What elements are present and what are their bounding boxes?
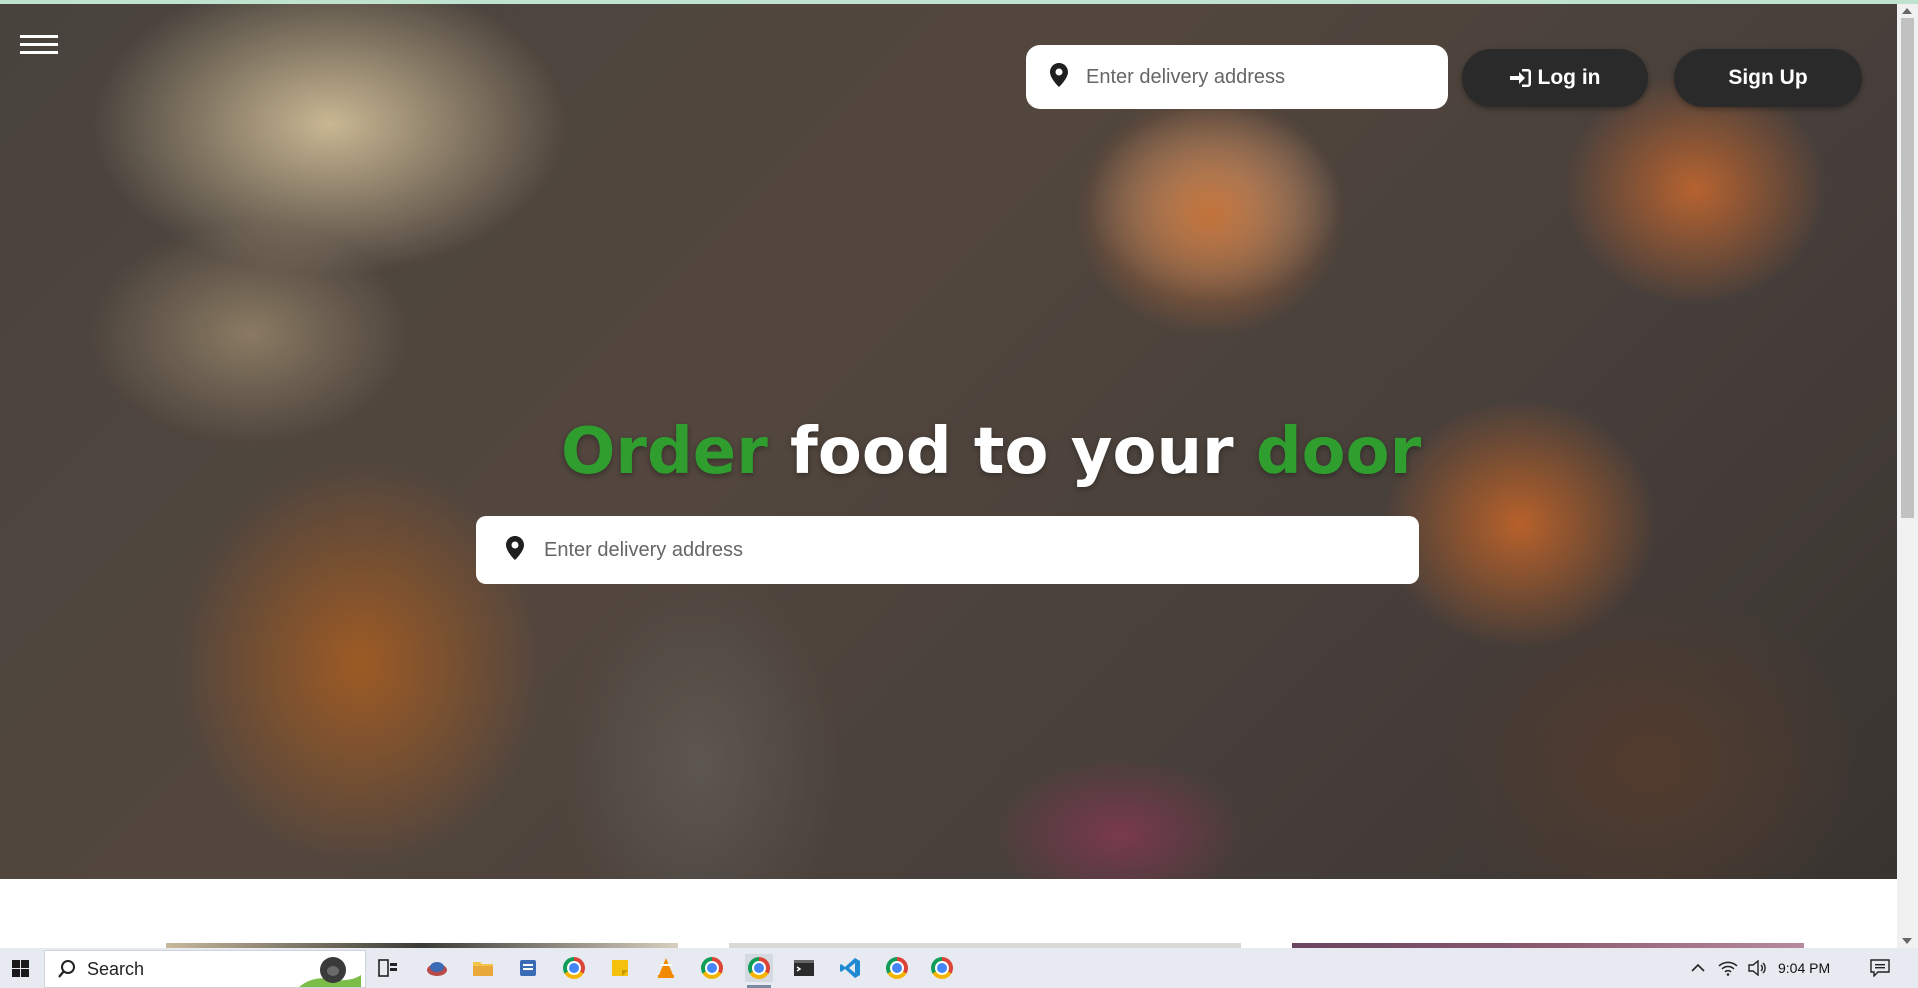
vlc-icon[interactable] [652, 954, 680, 982]
location-pin-icon [506, 536, 524, 564]
notifications-icon[interactable] [1866, 948, 1894, 988]
volume-icon[interactable] [1744, 948, 1770, 988]
headline-middle: food to your [767, 415, 1256, 489]
terminal-icon[interactable] [790, 954, 818, 982]
login-label: Log in [1537, 66, 1601, 89]
chevron-up-icon[interactable] [1685, 948, 1711, 988]
chrome-icon[interactable] [883, 954, 911, 982]
task-view-icon[interactable] [374, 954, 402, 982]
header-address-search[interactable] [1026, 45, 1448, 109]
vscode-icon[interactable] [836, 954, 864, 982]
chrome-icon[interactable] [698, 954, 726, 982]
hero-address-search[interactable] [476, 516, 1419, 584]
signup-label: Sign Up [1728, 66, 1808, 89]
scroll-down-arrow-icon[interactable] [1902, 938, 1912, 944]
taskbar-search-box[interactable]: Search [44, 950, 366, 988]
hero-address-input[interactable] [542, 537, 1366, 563]
search-highlight-image [299, 953, 361, 987]
headline-order: Order [561, 415, 768, 489]
scroll-thumb[interactable] [1901, 18, 1914, 518]
chrome-icon[interactable] [928, 954, 956, 982]
hamburger-menu-icon[interactable] [20, 30, 58, 64]
login-button[interactable]: Log in [1462, 49, 1648, 107]
header-address-input[interactable] [1084, 64, 1418, 90]
start-icon[interactable] [0, 948, 40, 988]
wifi-icon[interactable] [1715, 948, 1741, 988]
chrome-icon[interactable] [560, 954, 588, 982]
taskbar-search-label: Search [87, 958, 145, 979]
search-icon [57, 959, 77, 979]
scroll-up-arrow-icon[interactable] [1902, 8, 1912, 14]
taskbar-clock[interactable]: 9:04 PM [1778, 948, 1830, 988]
location-pin-icon [1050, 63, 1068, 91]
sign-in-icon [1509, 68, 1532, 88]
hero-headline: Order food to your door [561, 415, 1421, 489]
app-icon-2[interactable] [514, 954, 542, 982]
headline-door: door [1255, 415, 1422, 489]
sticky-notes-icon[interactable] [606, 954, 634, 982]
file-explorer-icon[interactable] [469, 954, 497, 982]
windows-taskbar: Search 9:04 PM [0, 948, 1918, 988]
app-icon-1[interactable] [423, 954, 451, 982]
signup-button[interactable]: Sign Up [1674, 49, 1862, 107]
chrome-icon[interactable] [745, 954, 773, 988]
page-scrollbar[interactable] [1897, 4, 1918, 948]
